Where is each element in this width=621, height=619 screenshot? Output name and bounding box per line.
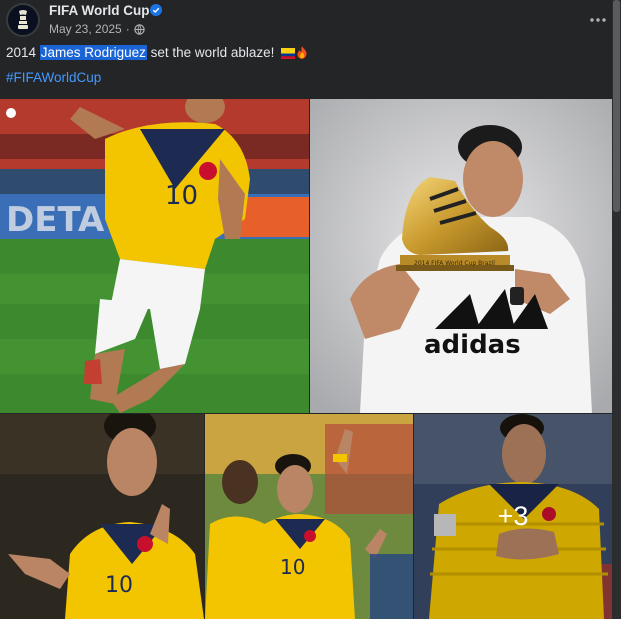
shirt-brand-text: adidas <box>424 330 521 360</box>
photo-more[interactable]: +3 <box>414 414 612 619</box>
jersey-number-2: 10 <box>105 573 133 598</box>
post-caption: 2014 James Rodriguez set the world ablaz… <box>6 45 308 60</box>
caption-selected-text[interactable]: James Rodriguez <box>39 45 147 60</box>
fifa-world-cup-logo-icon <box>18 10 28 29</box>
hashtag-link[interactable]: #FIFAWorldCup <box>6 70 101 85</box>
meta-separator: · <box>125 22 130 36</box>
more-options-button[interactable] <box>586 8 610 32</box>
caption-suffix: set the world ablaze! <box>146 45 279 60</box>
more-options-icon <box>590 18 606 22</box>
photo-team-celebration-image: 10 <box>205 414 413 619</box>
photo-golden-boot-image: adidas 2014 FIFA World Cup Brazil <box>310 99 612 413</box>
post-date[interactable]: May 23, 2025 <box>49 22 122 36</box>
jersey-number: 10 <box>165 181 198 211</box>
photo-celebration-image: DETA 10 <box>0 99 309 413</box>
fire-emoji <box>297 46 307 59</box>
scrollbar-thumb[interactable] <box>613 0 620 212</box>
more-photos-count[interactable]: +3 <box>414 414 612 619</box>
globe-icon <box>134 23 145 35</box>
board-text: DETA <box>6 200 105 240</box>
caption-prefix: 2014 <box>6 45 40 60</box>
photo-celebration[interactable]: DETA 10 <box>0 99 309 413</box>
page-avatar[interactable] <box>6 3 40 37</box>
post-meta: May 23, 2025 · <box>49 22 145 36</box>
photo-golden-boot[interactable]: adidas 2014 FIFA World Cup Brazil <box>310 99 612 413</box>
photo-pointing[interactable]: 10 <box>0 414 204 619</box>
trophy-label: 2014 FIFA World Cup Brazil <box>414 260 495 267</box>
photo-team-celebration[interactable]: 10 <box>205 414 413 619</box>
post-header: FIFA World Cup May 23, 2025 · <box>0 0 621 44</box>
page-name[interactable]: FIFA World Cup <box>49 3 150 18</box>
jersey-number-3: 10 <box>280 555 305 579</box>
verified-badge-icon <box>150 4 162 16</box>
photo-pointing-image: 10 <box>0 414 204 619</box>
colombia-flag-emoji <box>281 48 296 59</box>
